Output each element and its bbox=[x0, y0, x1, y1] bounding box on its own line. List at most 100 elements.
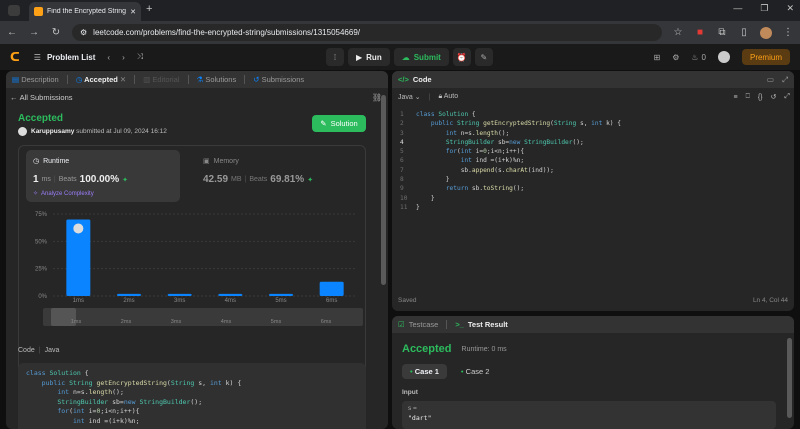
code-line[interactable]: 11} bbox=[400, 203, 780, 212]
problem-list-link[interactable]: Problem List bbox=[47, 53, 95, 62]
debug-icon[interactable]: ⁞ bbox=[326, 48, 344, 66]
tab-accepted[interactable]: ◷ Accepted ✕ bbox=[76, 75, 127, 84]
bookmark-star-icon[interactable]: ☆ bbox=[672, 27, 684, 38]
left-scrollbar[interactable] bbox=[381, 95, 386, 285]
alarm-icon[interactable]: ⏰ bbox=[452, 48, 471, 66]
code-line[interactable]: 6 int ind =(i+k)%n; bbox=[400, 156, 780, 165]
browser-tab-bar: Find the Encrypted String - Leet ✕ + — ❐… bbox=[0, 0, 800, 21]
code-editor[interactable]: 1 class Solution {2 public String getEncr… bbox=[400, 110, 780, 212]
tab-submissions[interactable]: ↺ Submissions bbox=[253, 75, 304, 84]
chart-bar[interactable] bbox=[218, 293, 243, 296]
runtime-box[interactable]: ◷ Runtime 1 ms | Beats 100.00% ✦ ✧ Analyze… bbox=[26, 150, 180, 202]
run-button[interactable]: ▶ Run bbox=[348, 48, 390, 66]
tab-testcase[interactable]: ☑ Testcase bbox=[398, 320, 438, 329]
code-line[interactable]: 9 return sb.toString(); bbox=[400, 184, 780, 193]
sidepanel-icon[interactable]: ▯ bbox=[738, 27, 750, 38]
forward-arrow-icon[interactable]: → bbox=[28, 27, 40, 38]
tab-test-result[interactable]: >_ Test Result bbox=[455, 320, 507, 329]
all-submissions-link[interactable]: ← All Submissions bbox=[10, 93, 73, 102]
tab-editorial[interactable]: ▥ Editorial bbox=[143, 75, 179, 84]
code-line[interactable]: 4 StringBuilder sb=new StringBuilder(); bbox=[400, 138, 780, 147]
prev-problem-icon[interactable]: ‹ bbox=[107, 53, 110, 62]
streak-counter[interactable]: ♨ 0 bbox=[691, 53, 706, 62]
range-selector[interactable]: 1ms 2ms 3ms 4ms 5ms 6ms bbox=[43, 308, 363, 326]
code-line[interactable]: 5 for(int i=0;i<n;i++){ bbox=[400, 147, 780, 156]
notes-icon[interactable]: ✎ bbox=[474, 48, 493, 66]
code-line[interactable]: 7 sb.append(s.charAt(ind)); bbox=[400, 166, 780, 175]
browser-tab[interactable]: Find the Encrypted String - Leet ✕ bbox=[29, 2, 141, 21]
flask-icon: ⚗ bbox=[196, 75, 204, 84]
case-2-tab[interactable]: • Case 2 bbox=[453, 364, 498, 379]
analyze-complexity-link[interactable]: ✧ Analyze Complexity bbox=[33, 190, 94, 198]
tab-search-icon[interactable] bbox=[8, 5, 20, 16]
code-text: return sb.toString(); bbox=[445, 185, 525, 193]
settings-gear-icon[interactable]: ⚙ bbox=[672, 53, 679, 62]
username[interactable]: Karuppusamy bbox=[31, 128, 74, 135]
close-window-icon[interactable]: ✕ bbox=[786, 3, 794, 14]
code-line[interactable]: 2 public String getEncryptedString(Strin… bbox=[400, 119, 780, 128]
minimize-panel-icon[interactable]: ▭ bbox=[767, 75, 774, 84]
extension-icon[interactable]: ■ bbox=[694, 27, 706, 38]
code-line[interactable]: 10 } bbox=[400, 194, 780, 203]
test-scrollbar[interactable] bbox=[787, 338, 792, 418]
input-var: s = bbox=[408, 405, 417, 412]
premium-button[interactable]: Premium bbox=[741, 49, 790, 65]
url-field[interactable]: ⚙ leetcode.com/problems/find-the-encrypt… bbox=[72, 24, 662, 41]
minimize-icon[interactable]: — bbox=[733, 3, 742, 14]
new-tab-icon[interactable]: + bbox=[146, 3, 152, 15]
tab-accepted-label: Accepted bbox=[84, 75, 118, 84]
format-icon[interactable]: ≡ bbox=[734, 94, 738, 101]
tab-testcase-label: Testcase bbox=[408, 320, 439, 329]
code-line[interactable]: 8 } bbox=[400, 175, 780, 184]
back-arrow-icon[interactable]: ← bbox=[6, 27, 18, 38]
line-number: 4 bbox=[400, 138, 404, 146]
timer-icon: ◷ bbox=[33, 158, 40, 165]
chart-bar[interactable] bbox=[167, 293, 192, 296]
leetcode-logo-icon[interactable]: ᑕ bbox=[10, 50, 20, 64]
submit-label: Submit bbox=[413, 52, 441, 62]
submit-button[interactable]: ☁ Submit bbox=[393, 48, 449, 66]
shuffle-icon[interactable]: ⤨ bbox=[137, 52, 143, 62]
maximize-icon[interactable]: ❐ bbox=[760, 3, 768, 14]
tab-description[interactable]: ▤ Description bbox=[12, 75, 59, 84]
fullscreen-icon[interactable]: ⤢ bbox=[784, 93, 790, 101]
solution-button[interactable]: ✎ Solution bbox=[312, 115, 366, 132]
maximize-panel-icon[interactable]: ⤢ bbox=[782, 75, 788, 85]
site-info-icon[interactable]: ⚙ bbox=[80, 28, 87, 37]
next-problem-icon[interactable]: › bbox=[122, 53, 125, 62]
run-submit-group: ⁞ ▶ Run ☁ Submit ⏰ ✎ bbox=[326, 48, 493, 66]
tab-test-result-label: Test Result bbox=[467, 320, 508, 329]
code-preview-line: StringBuilder sb=new StringBuilder(); bbox=[57, 397, 203, 406]
bookmark-icon[interactable]: ⎕ bbox=[746, 93, 750, 101]
memory-box[interactable]: ▣ Memory 42.59 MB | Beats 69.81% ✦ bbox=[199, 150, 353, 202]
profile-avatar[interactable] bbox=[760, 26, 772, 39]
chart-bar[interactable] bbox=[117, 293, 141, 296]
close-tab-accepted-icon[interactable]: ✕ bbox=[120, 75, 126, 84]
user-avatar[interactable] bbox=[717, 51, 730, 63]
reload-icon[interactable]: ↻ bbox=[50, 27, 62, 38]
list-icon[interactable]: ☰ bbox=[34, 53, 41, 62]
extensions-puzzle-icon[interactable]: ⧉ bbox=[716, 27, 728, 38]
tab-solutions[interactable]: ⚗ Solutions bbox=[197, 75, 237, 84]
code-line[interactable]: 3 int n=s.length(); bbox=[400, 129, 780, 138]
layout-grid-icon[interactable]: ⊞ bbox=[653, 53, 660, 62]
code-line[interactable]: 1 class Solution { bbox=[400, 110, 780, 119]
browser-menu-icon[interactable]: ⋮ bbox=[782, 27, 794, 38]
rocket-icon: ✦ bbox=[307, 176, 314, 184]
auto-toggle[interactable]: 🔒︎ Auto bbox=[438, 93, 458, 101]
tab-solutions-label: Solutions bbox=[205, 75, 237, 84]
close-tab-icon[interactable]: ✕ bbox=[130, 8, 136, 16]
x-tick-label: 1ms bbox=[73, 298, 84, 303]
memory-unit: MB bbox=[231, 176, 242, 183]
code-preview-line: int n=s.length(); bbox=[57, 388, 124, 396]
reset-icon[interactable]: ↺ bbox=[771, 93, 777, 101]
streak-count: 0 bbox=[701, 52, 706, 62]
left-panel-tabs: ▤ Description ◷ Accepted ✕ ▥ Editorial ⚗… bbox=[6, 71, 388, 88]
case-1-tab[interactable]: • Case 1 bbox=[402, 364, 447, 379]
tab-code[interactable]: </> Code bbox=[398, 75, 432, 84]
result-status: Accepted bbox=[402, 343, 452, 355]
chart-bar[interactable] bbox=[269, 293, 293, 296]
language-select[interactable]: Java ⌄ bbox=[398, 93, 421, 101]
braces-icon[interactable]: {} bbox=[758, 94, 763, 101]
chart-bar[interactable] bbox=[319, 281, 344, 296]
